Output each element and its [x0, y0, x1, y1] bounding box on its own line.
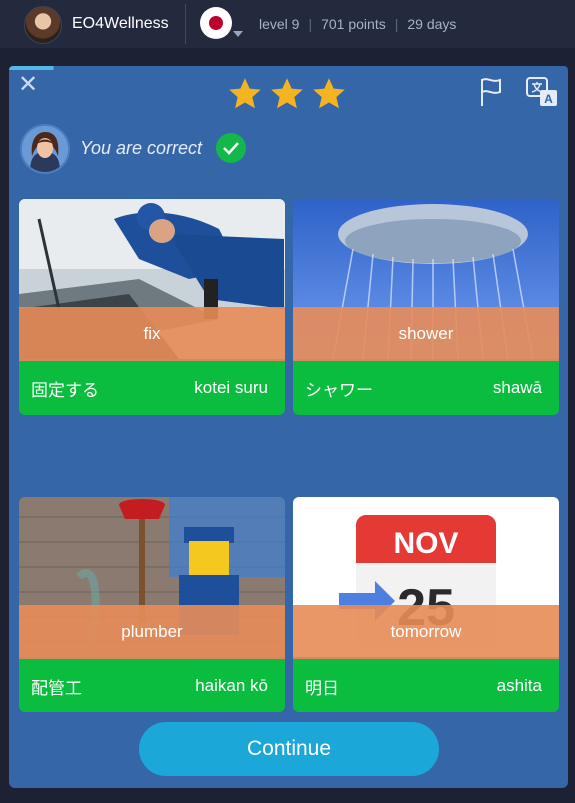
checkmark-icon: [216, 133, 246, 163]
close-icon[interactable]: ✕: [17, 73, 39, 97]
svg-text:A: A: [544, 92, 553, 106]
native-word: シャワー: [305, 380, 373, 400]
star-rating: [227, 76, 347, 112]
english-word: tomorrow: [293, 605, 559, 659]
level-stat: level 9: [259, 16, 300, 32]
translation-bar: 明日 ashita: [293, 659, 559, 712]
translate-icon[interactable]: A: [525, 76, 559, 108]
english-word: fix: [19, 307, 285, 361]
header-divider: [185, 4, 186, 44]
romaji-word: haikan kō: [195, 676, 268, 695]
translation-bar: 配管工 haikan kō: [19, 659, 285, 712]
report-flag-icon[interactable]: [477, 76, 505, 108]
romaji-word: shawā: [492, 378, 542, 397]
star-icon: [313, 78, 345, 109]
translation-bar: 固定する kotei suru: [19, 361, 285, 415]
tutor-avatar: [20, 124, 70, 174]
progress-line: [9, 66, 568, 70]
star-icon: [271, 78, 303, 109]
native-word: 配管工: [31, 678, 82, 698]
native-word: 固定する: [31, 380, 99, 400]
chevron-down-icon[interactable]: [233, 31, 243, 37]
continue-button[interactable]: Continue: [139, 722, 439, 776]
word-card-tomorrow[interactable]: NOV 25 tomorrow 明日 ashita: [293, 497, 559, 712]
exercise-panel: ✕ A You are correct fix 固定する kotei suru …: [9, 66, 568, 788]
feedback-message: You are correct: [80, 138, 203, 158]
word-card-fix[interactable]: fix 固定する kotei suru: [19, 199, 285, 415]
top-bar: EO4Wellness level 9 | 701 points | 29 da…: [0, 0, 575, 48]
points-stat: 701 points: [321, 16, 386, 32]
english-word: plumber: [19, 605, 285, 659]
stat-separator: |: [394, 16, 399, 32]
native-word: 明日: [305, 678, 339, 698]
translation-bar: シャワー shawā: [293, 361, 559, 415]
japan-flag-icon[interactable]: [200, 7, 232, 39]
stat-separator: |: [308, 16, 313, 32]
star-icon: [229, 78, 261, 109]
romaji-word: kotei suru: [194, 378, 268, 397]
word-card-shower[interactable]: shower シャワー shawā: [293, 199, 559, 415]
word-card-plumber[interactable]: plumber 配管工 haikan kō: [19, 497, 285, 712]
username[interactable]: EO4Wellness: [72, 15, 169, 33]
english-word: shower: [293, 307, 559, 361]
romaji-word: ashita: [496, 676, 542, 695]
user-avatar[interactable]: [24, 6, 62, 44]
user-stats: level 9 | 701 points | 29 days: [259, 16, 456, 32]
days-stat: 29 days: [407, 16, 457, 32]
calendar-month: NOV: [393, 527, 458, 560]
